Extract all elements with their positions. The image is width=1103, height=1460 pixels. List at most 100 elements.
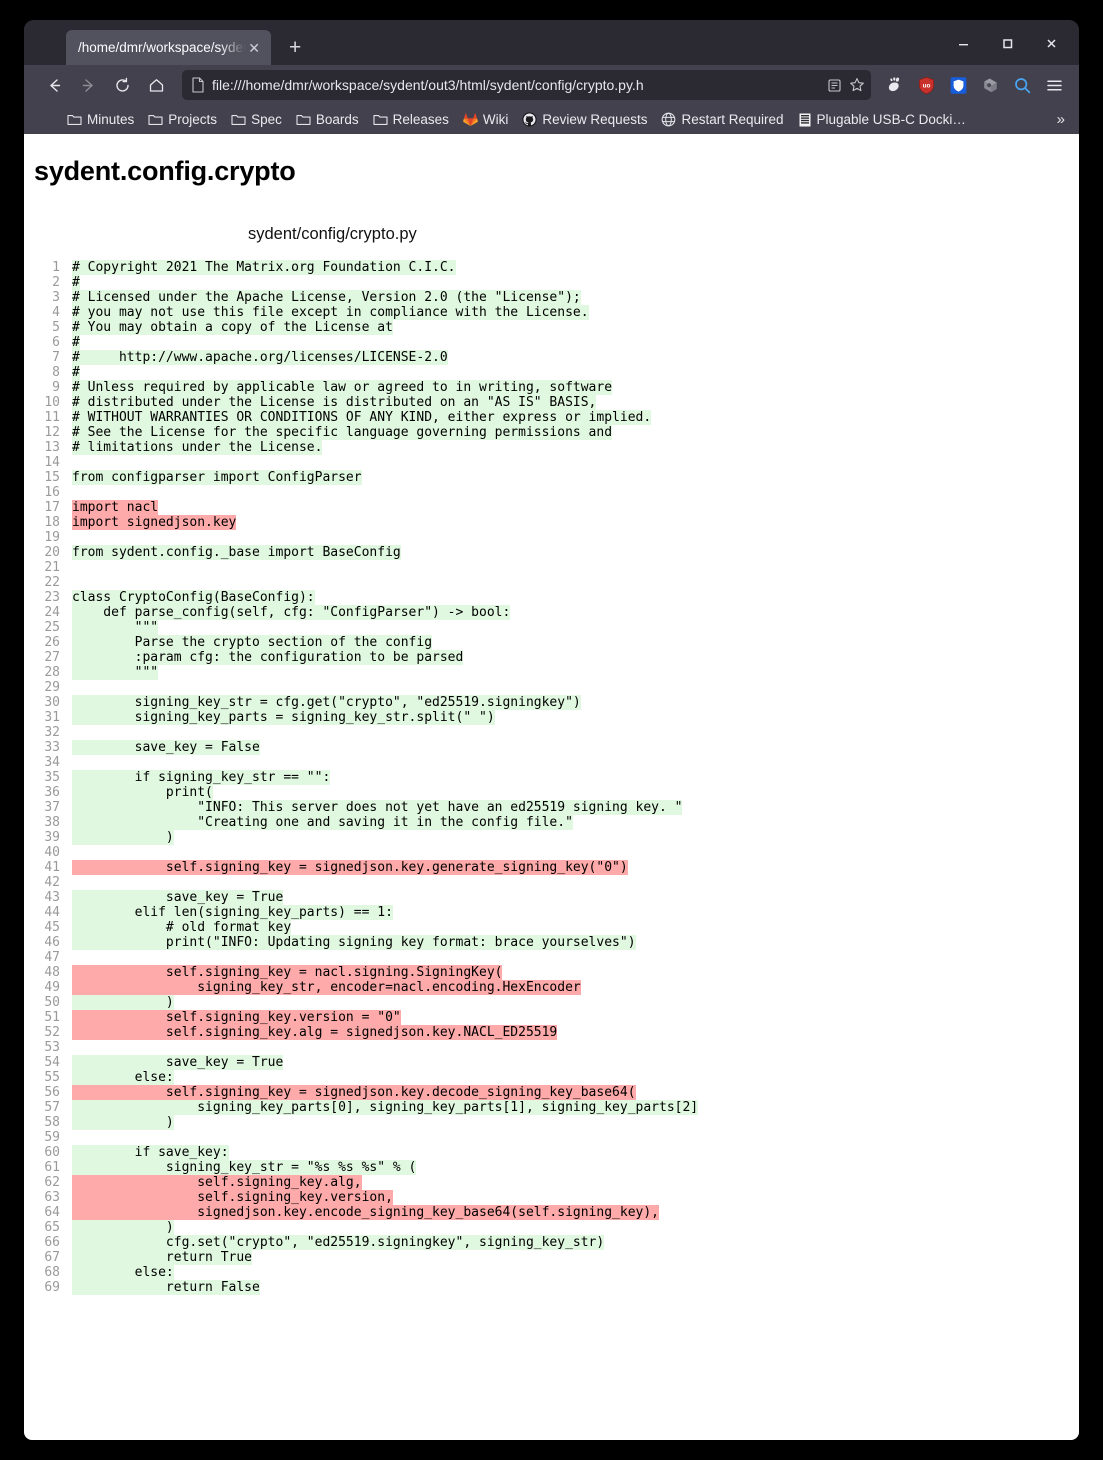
line-number: 46 bbox=[44, 935, 60, 950]
close-window-icon[interactable] bbox=[1031, 28, 1071, 58]
forward-icon[interactable] bbox=[72, 70, 104, 100]
code-line: 10 # distributed under the License is dis… bbox=[24, 395, 1079, 410]
coverage-highlight-green: # limitations under the License. bbox=[72, 440, 323, 455]
reload-icon[interactable] bbox=[106, 70, 138, 100]
coverage-highlight-red: self.signing_key = signedjson.key.genera… bbox=[72, 860, 628, 875]
code-line: 27 :param cfg: the configuration to be p… bbox=[24, 650, 1079, 665]
code-line: 23 class CryptoConfig(BaseConfig): bbox=[24, 590, 1079, 605]
code-line: 7 # http://www.apache.org/licenses/LICENS… bbox=[24, 350, 1079, 365]
gnome-icon[interactable] bbox=[879, 70, 909, 100]
code-text: self.signing_key.version, bbox=[72, 1190, 393, 1205]
bookmark-projects[interactable]: Projects bbox=[141, 109, 224, 130]
line-number: 22 bbox=[44, 575, 60, 590]
code-text: # distributed under the License is distr… bbox=[72, 395, 597, 410]
reader-view-icon[interactable] bbox=[827, 78, 842, 93]
line-number: 12 bbox=[44, 425, 60, 440]
line-number: 64 bbox=[44, 1205, 60, 1220]
code-line: 16 bbox=[24, 485, 1079, 500]
line-number: 20 bbox=[44, 545, 60, 560]
line-number: 53 bbox=[44, 1040, 60, 1055]
folder-icon bbox=[296, 113, 311, 126]
file-path-subtitle: sydent/config/crypto.py bbox=[248, 225, 417, 243]
url-text[interactable]: file:///home/dmr/workspace/sydent/out3/h… bbox=[212, 77, 820, 93]
coverage-highlight-red: self.signing_key = signedjson.key.decode… bbox=[72, 1085, 636, 1100]
line-number: 21 bbox=[44, 560, 60, 575]
coverage-highlight-green: # bbox=[72, 365, 80, 380]
back-icon[interactable] bbox=[38, 70, 70, 100]
code-text: self.signing_key.alg = signedjson.key.NA… bbox=[72, 1025, 558, 1040]
bookmarks-overflow-icon[interactable]: » bbox=[1053, 109, 1069, 130]
code-line: 32 bbox=[24, 725, 1079, 740]
coverage-highlight-green: Parse the crypto section of the config bbox=[72, 635, 433, 650]
bitwarden-icon[interactable] bbox=[943, 70, 973, 100]
ublock-origin-icon[interactable]: uo bbox=[911, 70, 941, 100]
home-icon[interactable] bbox=[140, 70, 172, 100]
bookmark-boards[interactable]: Boards bbox=[289, 109, 366, 130]
code-text: self.signing_key = signedjson.key.decode… bbox=[72, 1085, 636, 1100]
coverage-highlight-red: import signedjson.key bbox=[72, 515, 237, 530]
code-text: self.signing_key = nacl.signing.SigningK… bbox=[72, 965, 503, 980]
coverage-highlight-red: signedjson.key.encode_signing_key_base64… bbox=[72, 1205, 659, 1220]
line-number: 63 bbox=[44, 1190, 60, 1205]
bookmark-minutes[interactable]: Minutes bbox=[60, 109, 141, 130]
coverage-highlight-green: class CryptoConfig(BaseConfig): bbox=[72, 590, 315, 605]
code-line: 43 save_key = True bbox=[24, 890, 1079, 905]
code-line: 5 # You may obtain a copy of the License … bbox=[24, 320, 1079, 335]
bookmark-label: Boards bbox=[315, 112, 359, 127]
bookmark-star-icon[interactable] bbox=[849, 77, 865, 93]
code-line: 30 signing_key_str = cfg.get("crypto", "… bbox=[24, 695, 1079, 710]
coverage-highlight-red: self.signing_key.version, bbox=[72, 1190, 393, 1205]
maximize-icon[interactable] bbox=[987, 28, 1027, 58]
line-number: 4 bbox=[52, 305, 60, 320]
coverage-highlight-green: signing_key_parts = signing_key_str.spli… bbox=[72, 710, 495, 725]
code-text: # limitations under the License. bbox=[72, 440, 323, 455]
new-tab-icon[interactable]: + bbox=[279, 37, 311, 58]
bookmark-restart-required[interactable]: Restart Required bbox=[654, 109, 790, 130]
favicon-icon bbox=[798, 113, 812, 127]
bookmark-releases[interactable]: Releases bbox=[366, 109, 456, 130]
line-number: 8 bbox=[52, 365, 60, 380]
code-line: 17 import nacl bbox=[24, 500, 1079, 515]
code-line: 2 # bbox=[24, 275, 1079, 290]
code-line: 14 bbox=[24, 455, 1079, 470]
code-line: 64 signedjson.key.encode_signing_key_bas… bbox=[24, 1205, 1079, 1220]
folder-icon bbox=[148, 113, 163, 126]
line-number: 31 bbox=[44, 710, 60, 725]
coverage-highlight-green: print( bbox=[72, 785, 213, 800]
coverage-highlight-green: return False bbox=[72, 1280, 260, 1295]
code-text: "INFO: This server does not yet have an … bbox=[72, 800, 683, 815]
menu-icon[interactable] bbox=[1039, 70, 1069, 100]
code-text: """ bbox=[72, 665, 159, 680]
coverage-highlight-green: save_key = True bbox=[72, 890, 284, 905]
code-line: 66 cfg.set("crypto", "ed25519.signingkey… bbox=[24, 1235, 1079, 1250]
url-bar[interactable]: file:///home/dmr/workspace/sydent/out3/h… bbox=[182, 70, 871, 100]
line-number: 24 bbox=[44, 605, 60, 620]
code-text: import nacl bbox=[72, 500, 159, 515]
code-line: 63 self.signing_key.version, bbox=[24, 1190, 1079, 1205]
bookmark-spec[interactable]: Spec bbox=[224, 109, 289, 130]
line-number: 23 bbox=[44, 590, 60, 605]
bookmark-plugable-dock[interactable]: Plugable USB-C Docki… bbox=[791, 109, 973, 130]
close-icon[interactable]: ✕ bbox=[245, 39, 263, 57]
coverage-highlight-green: """ bbox=[72, 665, 159, 680]
code-text: # See the License for the specific langu… bbox=[72, 425, 613, 440]
line-number: 16 bbox=[44, 485, 60, 500]
minimize-icon[interactable] bbox=[943, 28, 983, 58]
code-line: 60 if save_key: bbox=[24, 1145, 1079, 1160]
line-number: 17 bbox=[44, 500, 60, 515]
folder-icon bbox=[231, 113, 246, 126]
search-icon[interactable] bbox=[1007, 70, 1037, 100]
coverage-highlight-green: # See the License for the specific langu… bbox=[72, 425, 613, 440]
extension-icon[interactable] bbox=[975, 70, 1005, 100]
bookmark-review-requests[interactable]: Review Requests bbox=[515, 109, 654, 130]
coverage-highlight-green: from sydent.config._base import BaseConf… bbox=[72, 545, 401, 560]
code-line: 36 print( bbox=[24, 785, 1079, 800]
bookmark-wiki[interactable]: Wiki bbox=[456, 109, 516, 130]
line-number: 67 bbox=[44, 1250, 60, 1265]
code-line: 58 ) bbox=[24, 1115, 1079, 1130]
browser-tab[interactable]: /home/dmr/workspace/syden ✕ bbox=[66, 30, 271, 65]
browser-window: /home/dmr/workspace/syden ✕ + file:///ho… bbox=[24, 20, 1079, 1440]
coverage-highlight-green: # Unless required by applicable law or a… bbox=[72, 380, 613, 395]
code-line: 44 elif len(signing_key_parts) == 1: bbox=[24, 905, 1079, 920]
coverage-highlight-red: signing_key_str, encoder=nacl.encoding.H… bbox=[72, 980, 581, 995]
